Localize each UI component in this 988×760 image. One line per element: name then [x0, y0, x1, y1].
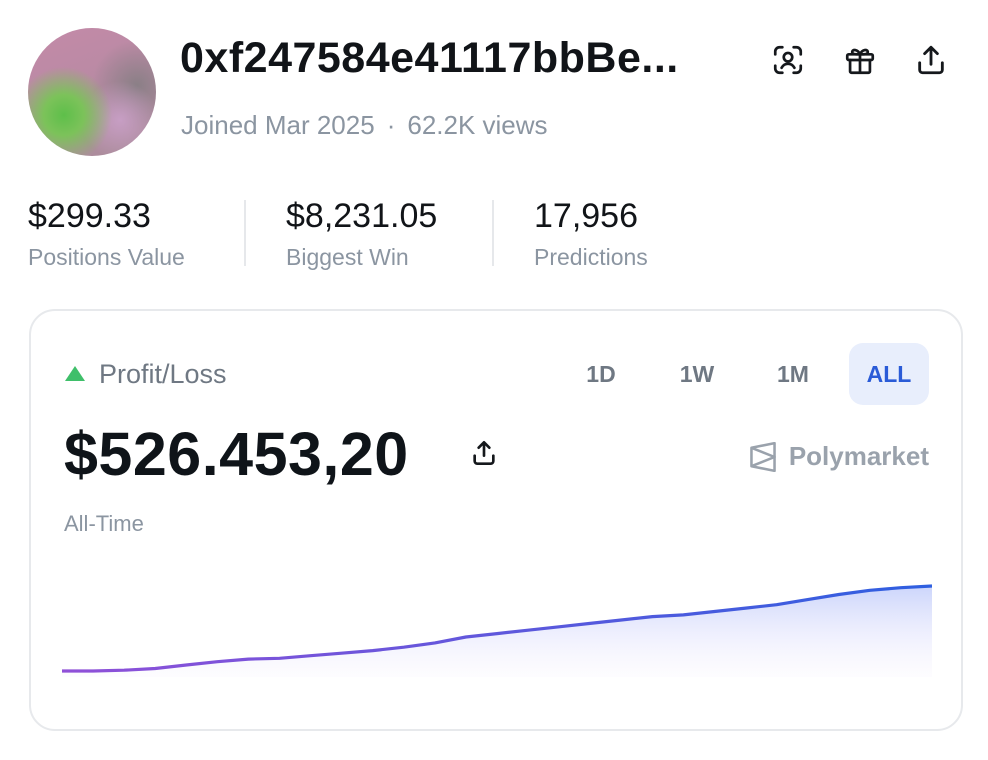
stat-predictions: 17,956 Predictions — [534, 196, 648, 271]
time-range-selector: 1D 1W 1M ALL — [545, 343, 929, 405]
view-count: 62.2K views — [407, 110, 548, 140]
range-1w[interactable]: 1W — [657, 343, 737, 405]
polymarket-logo-icon — [750, 441, 776, 472]
profit-loss-header: Profit/Loss — [65, 359, 227, 390]
gift-icon[interactable] — [840, 40, 880, 80]
meta-separator: · — [386, 110, 396, 140]
stat-label: Biggest Win — [286, 244, 409, 270]
stat-divider — [492, 200, 494, 266]
profile-meta: Joined Mar 2025 · 62.2K views — [181, 110, 548, 141]
share-icon[interactable] — [911, 40, 951, 80]
trend-up-icon — [65, 366, 85, 381]
share-pnl-icon[interactable] — [468, 437, 500, 469]
profit-loss-chart — [62, 584, 932, 677]
range-all[interactable]: ALL — [849, 343, 929, 405]
avatar[interactable] — [28, 28, 156, 156]
profit-loss-value: $526.453,20 — [64, 420, 409, 488]
period-label: All-Time — [64, 511, 144, 536]
brand-name: Polymarket — [788, 441, 929, 471]
stat-label: Predictions — [534, 244, 648, 270]
profit-loss-card: Profit/Loss 1D 1W 1M ALL $526.453,20 Pol… — [29, 309, 963, 731]
scan-face-icon[interactable] — [768, 40, 808, 80]
stat-positions-value: $299.33 Positions Value — [28, 196, 185, 271]
range-1m[interactable]: 1M — [753, 343, 833, 405]
stat-value: $8,231.05 — [286, 197, 438, 235]
stat-label: Positions Value — [28, 244, 185, 270]
stat-value: $299.33 — [28, 197, 151, 235]
polymarket-brand: Polymarket — [749, 441, 929, 472]
joined-date: Joined Mar 2025 — [181, 110, 375, 140]
stat-biggest-win: $8,231.05 Biggest Win — [286, 196, 437, 271]
range-1d[interactable]: 1D — [561, 343, 641, 405]
profit-loss-label: Profit/Loss — [99, 359, 227, 389]
stat-value: 17,956 — [534, 197, 638, 235]
profile-title: 0xf247584e41117bbBe... — [180, 34, 679, 82]
stat-divider — [244, 200, 246, 266]
